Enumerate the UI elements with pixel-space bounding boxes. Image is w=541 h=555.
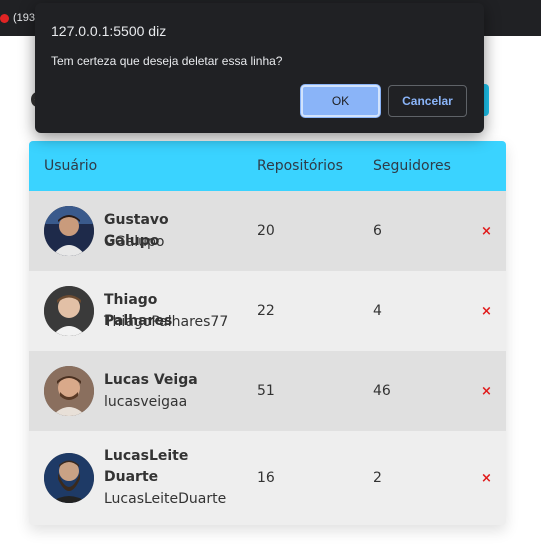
user-login: GGalupo xyxy=(104,234,165,250)
user-login: LucasLeiteDuarte xyxy=(104,491,227,507)
header-user: Usuário xyxy=(44,158,98,174)
header-repos: Repositórios xyxy=(257,158,343,174)
user-name: LucasLeite Duarte xyxy=(104,448,189,485)
avatar xyxy=(44,286,94,336)
ok-button[interactable]: OK xyxy=(301,85,380,117)
repos-count: 20 xyxy=(257,223,275,239)
table-row: Lucas Veiga lucasveigaa 51 46 × xyxy=(29,351,506,431)
user-name: Lucas Veiga xyxy=(104,372,198,388)
browser-tab[interactable]: (193 xyxy=(0,8,35,28)
remove-row-button[interactable]: × xyxy=(481,385,492,399)
table-row: Gustavo Galupo GGalupo 20 6 × xyxy=(29,191,506,271)
dialog-title: 127.0.0.1:5500 diz xyxy=(51,23,167,39)
followers-count: 2 xyxy=(373,470,382,486)
user-login: ThiagoPalhares77 xyxy=(104,314,229,330)
table-row: LucasLeite Duarte LucasLeiteDuarte 16 2 … xyxy=(29,431,506,525)
followers-count: 6 xyxy=(373,223,382,239)
remove-row-button[interactable]: × xyxy=(481,225,492,239)
recording-indicator-icon xyxy=(0,13,9,23)
avatar xyxy=(44,206,94,256)
table-row: Thiago Palhares ThiagoPalhares77 22 4 × xyxy=(29,271,506,351)
remove-row-button[interactable]: × xyxy=(481,472,492,486)
repos-count: 51 xyxy=(257,383,275,399)
confirm-dialog: 127.0.0.1:5500 diz Tem certeza que desej… xyxy=(35,3,484,133)
cancel-button[interactable]: Cancelar xyxy=(388,85,467,117)
users-table: Usuário Repositórios Seguidores Gustavo … xyxy=(29,141,506,525)
repos-count: 16 xyxy=(257,470,275,486)
user-login: lucasveigaa xyxy=(104,394,188,410)
avatar xyxy=(44,366,94,416)
header-followers: Seguidores xyxy=(373,158,451,174)
avatar xyxy=(44,453,94,503)
followers-count: 4 xyxy=(373,303,382,319)
dialog-message: Tem certeza que deseja deletar essa linh… xyxy=(51,54,283,68)
followers-count: 46 xyxy=(373,383,391,399)
browser-tab-title: (193 xyxy=(13,12,36,24)
remove-row-button[interactable]: × xyxy=(481,305,492,319)
table-header: Usuário Repositórios Seguidores xyxy=(29,141,506,191)
repos-count: 22 xyxy=(257,303,275,319)
